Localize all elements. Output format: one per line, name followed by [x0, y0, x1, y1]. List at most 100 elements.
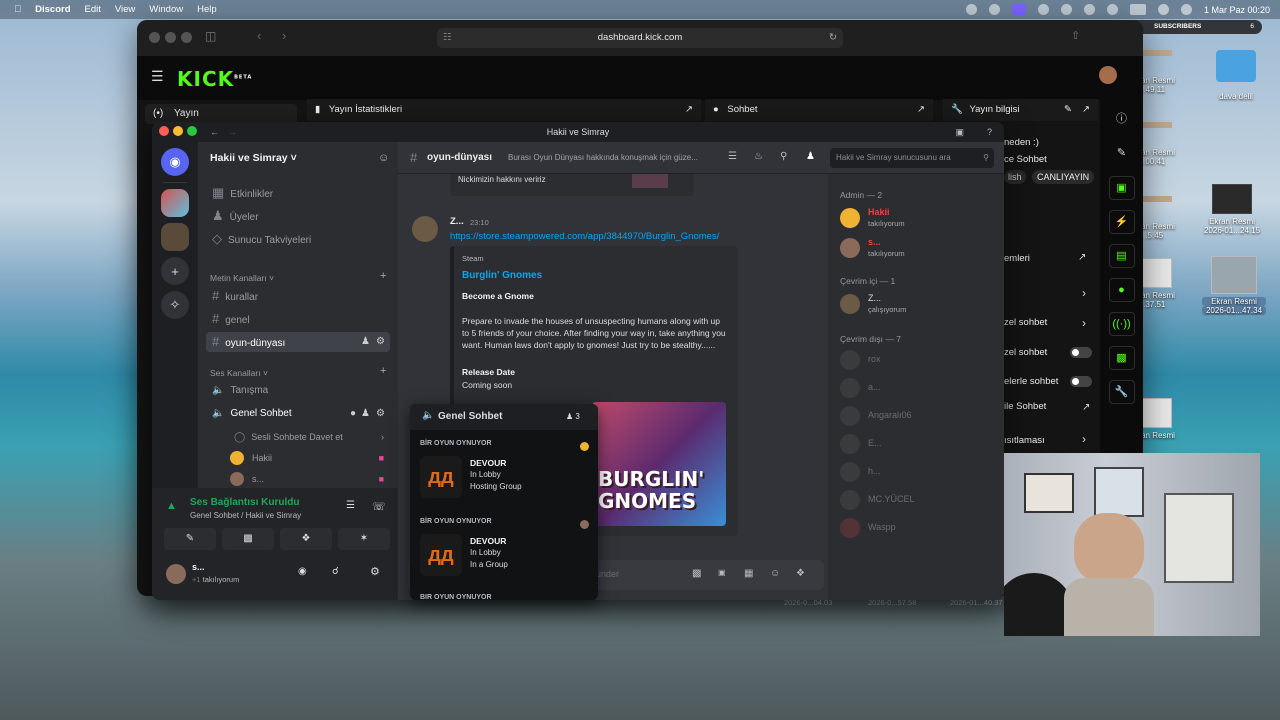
gear-icon[interactable]: ⚙	[376, 404, 385, 424]
status-icon[interactable]	[1060, 4, 1072, 15]
user-status[interactable]: +1 takılıyorum	[192, 575, 239, 584]
zoom-window-button[interactable]	[181, 32, 192, 43]
address-bar[interactable]: ☷ dashboard.kick.com ↻	[437, 28, 843, 48]
member-row[interactable]: rox	[840, 348, 1000, 376]
sticker-icon[interactable]: ▦	[744, 568, 753, 579]
broadcast-icon[interactable]: ((·))	[1108, 312, 1135, 336]
chevron-right-icon[interactable]: ›	[1082, 432, 1086, 446]
info-icon[interactable]: ⓘ	[1109, 108, 1135, 132]
popout-icon[interactable]: ↗	[1078, 252, 1086, 263]
activities-button[interactable]: ❖	[280, 528, 332, 550]
emoji-icon[interactable]: ☺	[770, 568, 780, 579]
desktop-folder[interactable]: dava delil	[1204, 50, 1268, 101]
channel-item-kurallar[interactable]: # kurallar	[206, 286, 390, 306]
page-settings-icon[interactable]: ☷	[443, 28, 452, 48]
status-icon[interactable]	[1037, 4, 1049, 15]
inbox-icon[interactable]: ▣	[955, 122, 964, 142]
message-link[interactable]: https://store.steampowered.com/app/38449…	[450, 231, 719, 242]
members-toggle-icon[interactable]: ♟	[806, 151, 815, 162]
server-icon[interactable]	[161, 223, 189, 251]
kick-logo[interactable]: KICKBETA	[177, 67, 252, 91]
close-window-button[interactable]	[149, 32, 160, 43]
menu-clock[interactable]: 1 Mar Paz 00:20	[1204, 5, 1270, 15]
server-name[interactable]: Hakii ve Simray ˅	[210, 152, 297, 164]
headphones-icon[interactable]: ☌	[332, 566, 339, 577]
channel-item-genel[interactable]: # genel	[206, 309, 390, 329]
member-row[interactable]: MC.YÜCEL	[840, 488, 1000, 516]
chat-bubble-icon[interactable]: ●	[1108, 278, 1135, 302]
text-category[interactable]: Metin Kanalları ˅	[210, 273, 274, 283]
invite-icon[interactable]: ♟	[361, 404, 370, 424]
activity-card[interactable]: BİR OYUN OYNUYOR дд DEVOUR In Lobby Host…	[420, 440, 590, 498]
gif-icon[interactable]: ▣	[718, 568, 726, 577]
help-icon[interactable]: ?	[987, 122, 992, 142]
menu-help[interactable]: Help	[197, 4, 217, 15]
voice-user-row[interactable]: Hakii ■	[228, 448, 390, 468]
noise-suppression-icon[interactable]: ☰	[346, 500, 355, 511]
member-row[interactable]: Waspp	[840, 516, 1000, 544]
embed-title[interactable]: Burglin' Gnomes	[462, 270, 542, 281]
layout-icon[interactable]: ▩	[1108, 346, 1135, 370]
toggle-switch[interactable]	[1070, 376, 1092, 387]
member-row[interactable]: Z... çalışıyorum	[840, 292, 1000, 320]
stream-nav-item[interactable]: (•) Yayın	[145, 104, 297, 124]
voice-invite-row[interactable]: ◯ Sesli Sohbete Davet et ›	[228, 427, 390, 447]
gear-icon[interactable]: ⚙	[376, 332, 385, 352]
search-icon[interactable]	[1157, 4, 1169, 15]
menu-window[interactable]: Window	[149, 4, 183, 15]
desktop-file[interactable]: Ekran Resmi 2026-01...24.15	[1200, 184, 1264, 235]
activity-card[interactable]: BİR OYUN OYNUYOR дд DEVOUR In Lobby In a…	[420, 518, 590, 576]
status-icon[interactable]	[965, 4, 977, 15]
voice-status-sub[interactable]: Genel Sohbet / Hakii ve Simray	[190, 511, 301, 520]
member-row[interactable]: a...	[840, 376, 1000, 404]
chevron-right-icon[interactable]: ›	[1082, 286, 1086, 300]
search-input[interactable]: Hakii ve Simray sunucusunu ara ⚲	[830, 148, 994, 168]
control-center-icon[interactable]	[1180, 4, 1192, 15]
soundboard-button[interactable]: ✶	[338, 528, 390, 550]
chevron-right-icon[interactable]: ›	[1082, 316, 1086, 330]
disconnect-icon[interactable]: ☏	[372, 500, 386, 513]
edit-icon[interactable]: ✎	[1109, 142, 1135, 166]
popout-icon[interactable]: ↗	[1082, 99, 1090, 121]
back-icon[interactable]: ‹	[257, 28, 261, 43]
chat-bubble-icon[interactable]: ●	[350, 404, 356, 424]
forward-arrow-icon[interactable]: →	[228, 122, 237, 142]
member-row[interactable]: s... takılıyorum	[840, 236, 1000, 264]
hamburger-icon[interactable]: ☰	[151, 68, 164, 85]
author-avatar[interactable]	[412, 216, 438, 242]
forward-icon[interactable]: ›	[282, 28, 286, 43]
popout-icon[interactable]: ↗	[917, 99, 925, 121]
channel-item-boosts[interactable]: ◇ Sunucu Takviyeleri	[206, 229, 390, 249]
sidebar-toggle-icon[interactable]: ◫	[205, 29, 216, 43]
member-row[interactable]: h...	[840, 460, 1000, 488]
note-icon[interactable]: ▤	[1108, 244, 1135, 268]
status-icon[interactable]	[1083, 4, 1095, 15]
zoom-window-button[interactable]	[187, 126, 197, 136]
battery-icon[interactable]	[1129, 4, 1146, 15]
minimize-window-button[interactable]	[165, 32, 176, 43]
channel-topic[interactable]: Burası Oyun Dünyası hakkında konuşmak iç…	[508, 153, 698, 162]
channel-item-oyun-dunyasi[interactable]: # oyun-dünyası ♟ ⚙	[206, 332, 390, 352]
voice-user-row[interactable]: s... ■	[228, 469, 390, 489]
invite-people-icon[interactable]: ☺	[378, 152, 389, 164]
screen-share-button[interactable]: ▩	[222, 528, 274, 550]
lightning-icon[interactable]: ⚡	[1108, 210, 1135, 234]
add-channel-icon[interactable]: +	[380, 270, 386, 282]
channel-item-members[interactable]: ♟ Üyeler	[206, 206, 390, 226]
apple-icon[interactable]: 	[14, 4, 21, 15]
apps-icon[interactable]: ❖	[796, 568, 805, 579]
invite-icon[interactable]: ♟	[361, 332, 370, 352]
add-server-icon[interactable]: +	[161, 257, 189, 285]
embed-image[interactable]: BURGLIN' GNOMES	[592, 402, 726, 526]
member-row[interactable]: E...	[840, 432, 1000, 460]
microphone-icon[interactable]: ◉	[298, 566, 307, 577]
voice-status-title[interactable]: Ses Bağlantısı Kuruldu	[190, 497, 299, 508]
username[interactable]: s...	[192, 562, 205, 572]
message-author[interactable]: Z...	[450, 216, 464, 227]
back-arrow-icon[interactable]: ←	[210, 122, 219, 142]
toggle-switch[interactable]	[1070, 347, 1092, 358]
bell-icon[interactable]: ♨	[754, 151, 763, 162]
gift-icon[interactable]: ▩	[692, 568, 701, 579]
pin-icon[interactable]: ⚲	[780, 151, 787, 162]
user-avatar[interactable]	[166, 564, 186, 584]
